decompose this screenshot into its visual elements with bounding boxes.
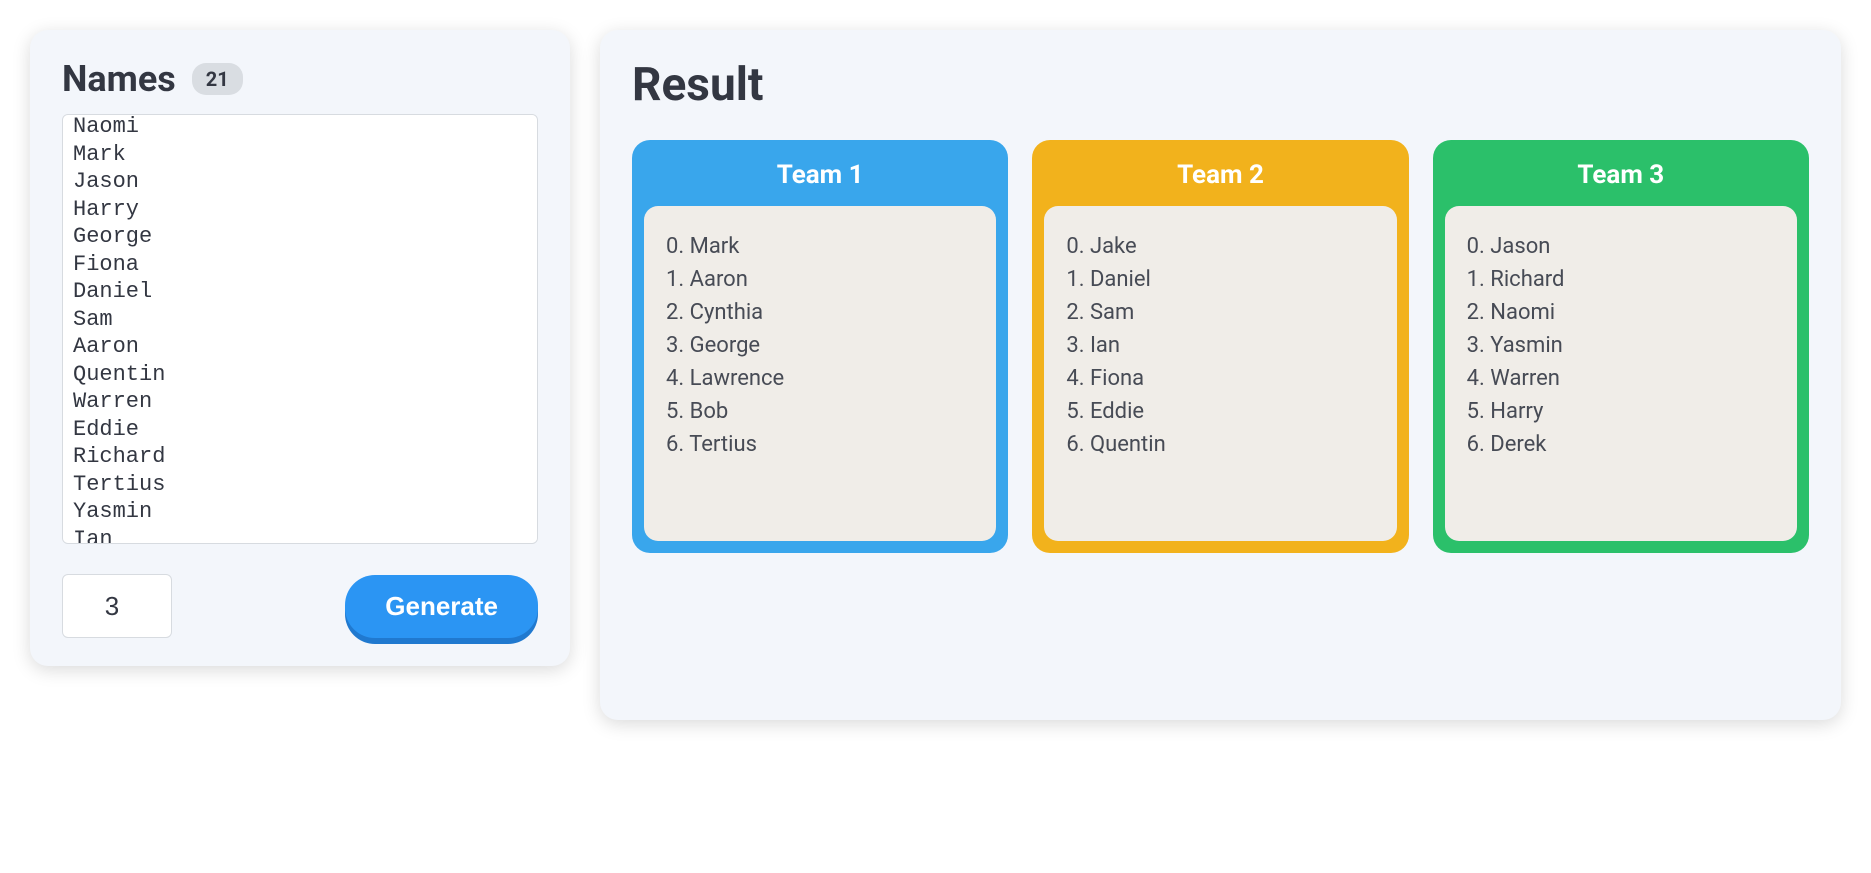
team-body: 0. Jason1. Richard2. Naomi3. Yasmin4. Wa… [1445,206,1797,541]
team-member: 2. Sam [1066,296,1374,329]
names-header: Names 21 [62,58,538,100]
team-member: 4. Warren [1467,362,1775,395]
team-card: Team 20. Jake1. Daniel2. Sam3. Ian4. Fio… [1032,140,1408,553]
names-textarea[interactable] [62,114,538,544]
team-card: Team 30. Jason1. Richard2. Naomi3. Yasmi… [1433,140,1809,553]
team-header: Team 2 [1044,152,1396,206]
team-member: 6. Tertius [666,428,974,461]
team-member: 3. Yasmin [1467,329,1775,362]
team-header: Team 3 [1445,152,1797,206]
team-card: Team 10. Mark1. Aaron2. Cynthia3. George… [632,140,1008,553]
team-member: 6. Derek [1467,428,1775,461]
teams-row: Team 10. Mark1. Aaron2. Cynthia3. George… [632,140,1809,553]
team-member: 3. George [666,329,974,362]
names-count-badge: 21 [192,63,243,95]
team-member: 5. Harry [1467,395,1775,428]
team-body: 0. Jake1. Daniel2. Sam3. Ian4. Fiona5. E… [1044,206,1396,541]
controls-row: Generate [62,574,538,638]
team-member: 4. Lawrence [666,362,974,395]
result-panel: Result Team 10. Mark1. Aaron2. Cynthia3.… [600,30,1841,720]
team-count-input[interactable] [62,574,172,638]
team-member: 2. Naomi [1467,296,1775,329]
team-header: Team 1 [644,152,996,206]
team-body: 0. Mark1. Aaron2. Cynthia3. George4. Law… [644,206,996,541]
team-member: 0. Jake [1066,230,1374,263]
team-member: 6. Quentin [1066,428,1374,461]
team-member: 0. Jason [1467,230,1775,263]
team-member: 0. Mark [666,230,974,263]
team-member: 1. Aaron [666,263,974,296]
team-member: 1. Richard [1467,263,1775,296]
names-panel: Names 21 Generate [30,30,570,666]
team-member: 4. Fiona [1066,362,1374,395]
team-member: 1. Daniel [1066,263,1374,296]
team-member: 5. Eddie [1066,395,1374,428]
generate-button[interactable]: Generate [345,575,538,638]
result-title: Result [632,58,1809,112]
team-member: 3. Ian [1066,329,1374,362]
team-member: 5. Bob [666,395,974,428]
names-title: Names [62,58,176,100]
team-member: 2. Cynthia [666,296,974,329]
